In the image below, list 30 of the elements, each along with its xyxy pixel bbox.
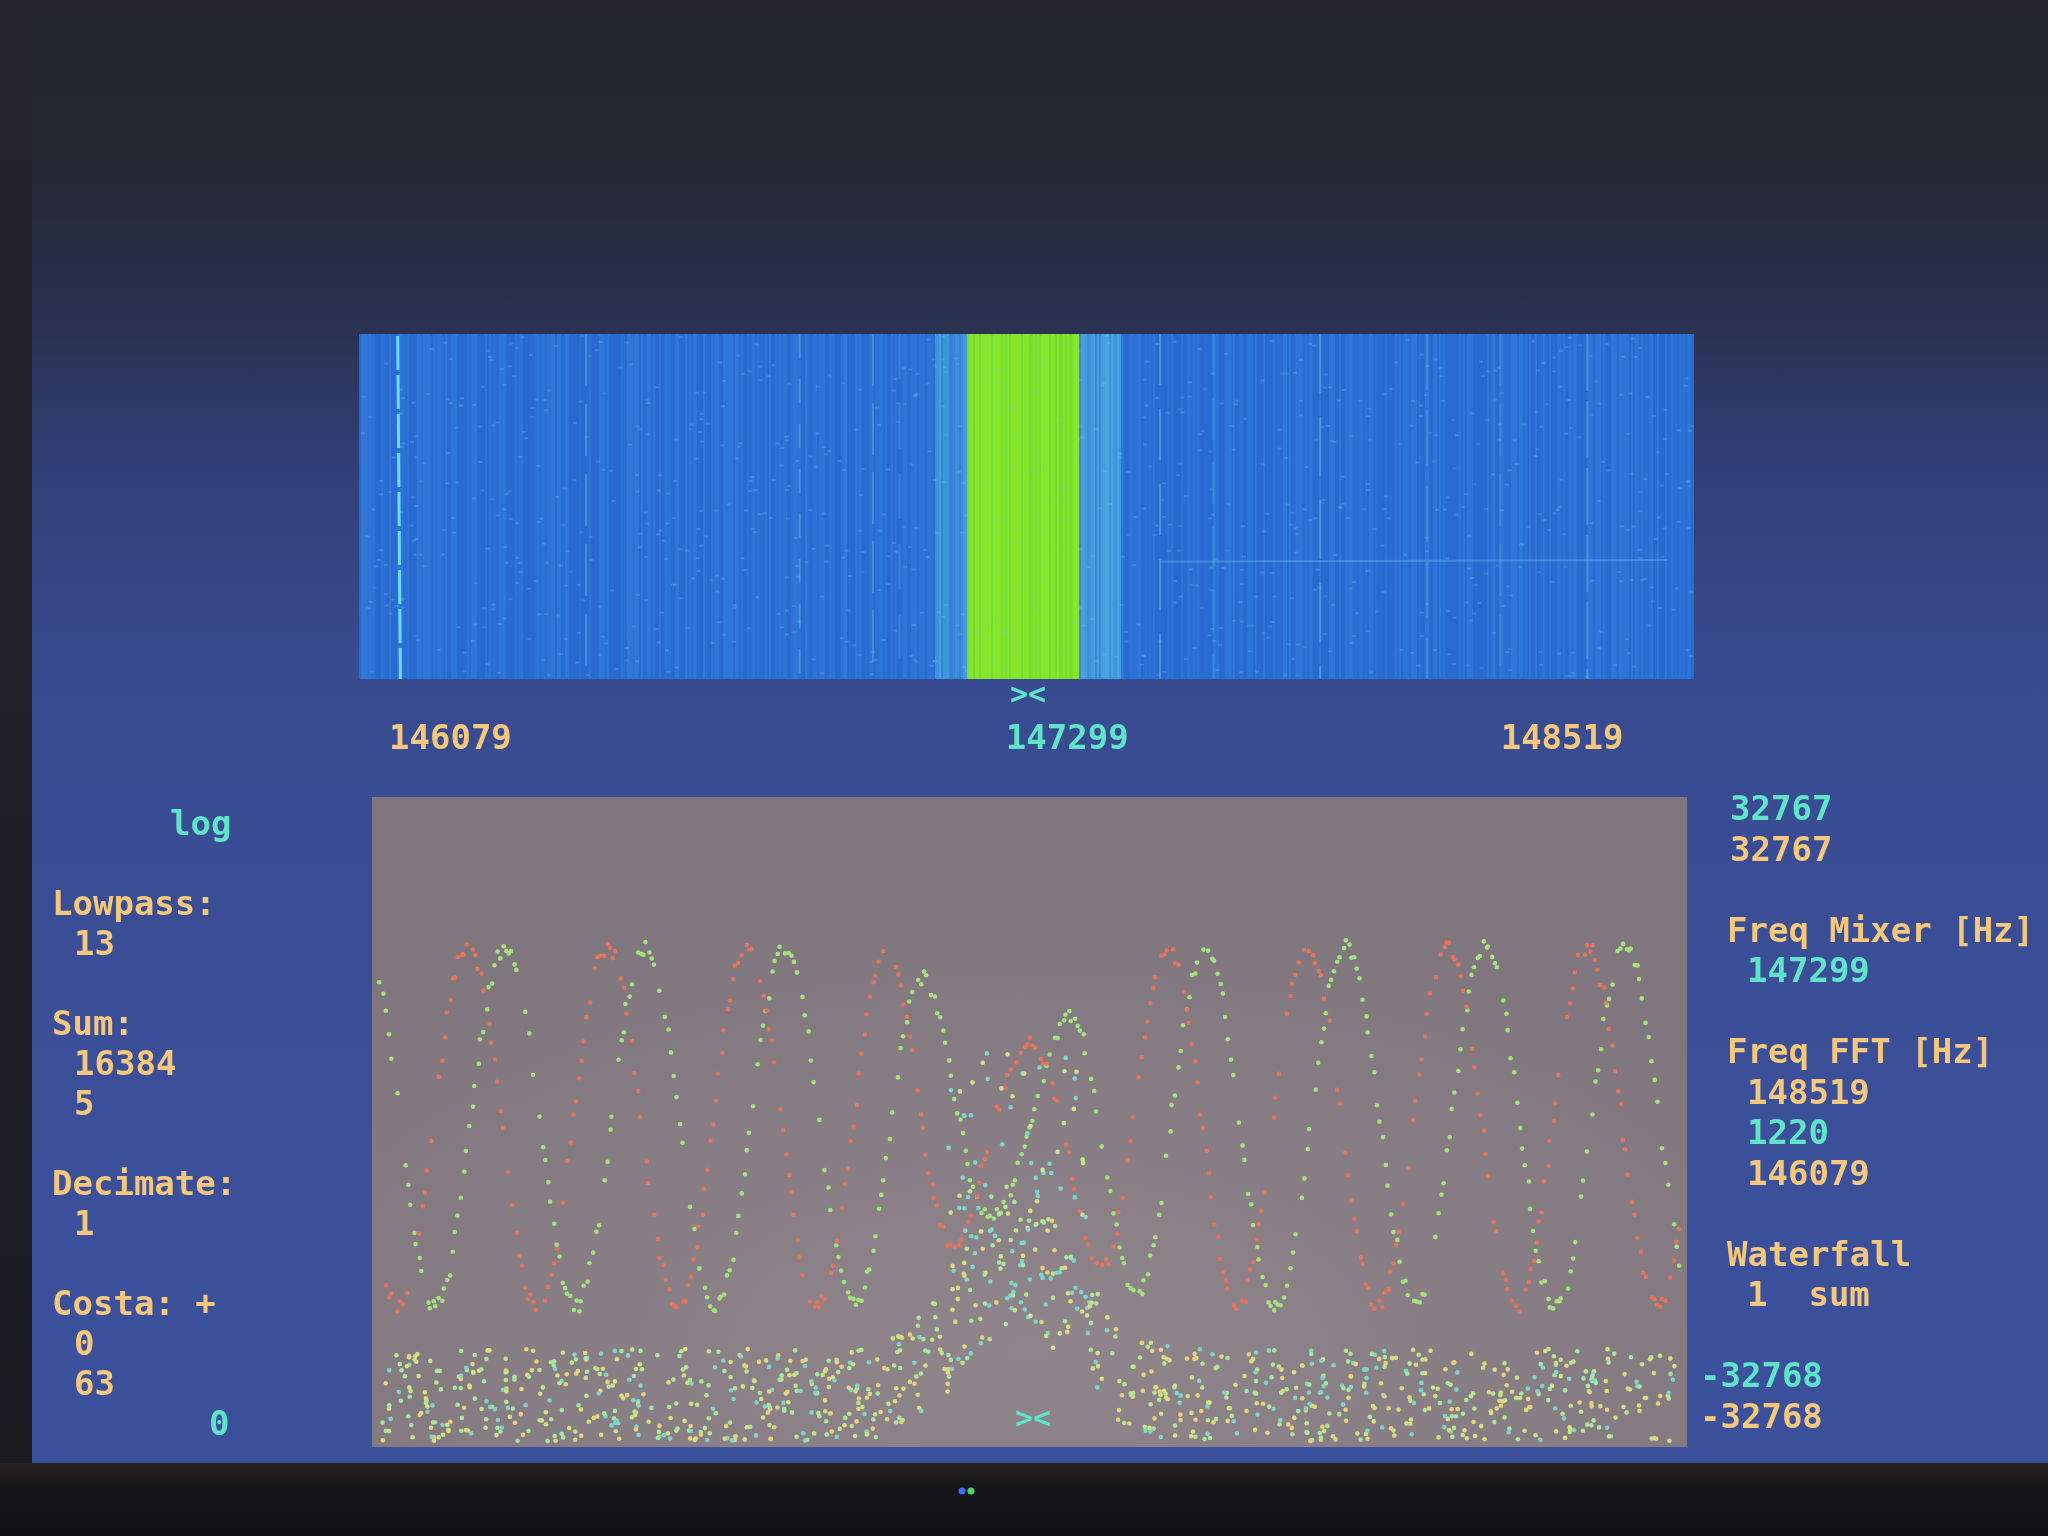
range-value: 32767 (1730, 828, 1833, 869)
readout-label: Waterfall (1727, 1233, 1912, 1274)
frequency-label: 147299 (1005, 717, 1129, 757)
range-value: -32768 (1700, 1395, 1823, 1436)
setting-value: 5 (74, 1083, 95, 1123)
setting-value: 63 (74, 1363, 115, 1403)
frequency-label: 146079 (389, 717, 512, 757)
readout-value: 146079 (1747, 1152, 1870, 1193)
range-value: 32767 (1730, 788, 1833, 829)
readout-label: Freq FFT [Hz] (1727, 1031, 1994, 1072)
readout-value: 148519 (1747, 1071, 1870, 1112)
setting-value: 13 (74, 923, 115, 963)
setting-value: 16384 (74, 1043, 177, 1083)
setting-label: Lowpass: (52, 883, 216, 923)
readout-value: 147299 (1747, 950, 1870, 991)
range-value: -32768 (1700, 1355, 1823, 1396)
mode-label: log (170, 803, 232, 843)
setting-label: Decimate: (52, 1163, 237, 1203)
readout-value: 1220 (1747, 1112, 1829, 1153)
status-value: 0 (209, 1403, 230, 1443)
readout-value: 1 sum (1747, 1274, 1870, 1315)
readout-label: Freq Mixer [Hz] (1727, 909, 2035, 950)
indicator-light-icon (958, 1487, 976, 1495)
frequency-label: 148519 (1500, 717, 1624, 757)
frequency-marker: >< (1015, 1403, 1052, 1433)
setting-value: 1 (74, 1203, 95, 1243)
setting-value: 0 (74, 1323, 95, 1363)
frequency-marker: >< (1010, 679, 1047, 709)
setting-label: Costa: + (52, 1283, 216, 1323)
setting-label: Sum: (52, 1003, 134, 1043)
